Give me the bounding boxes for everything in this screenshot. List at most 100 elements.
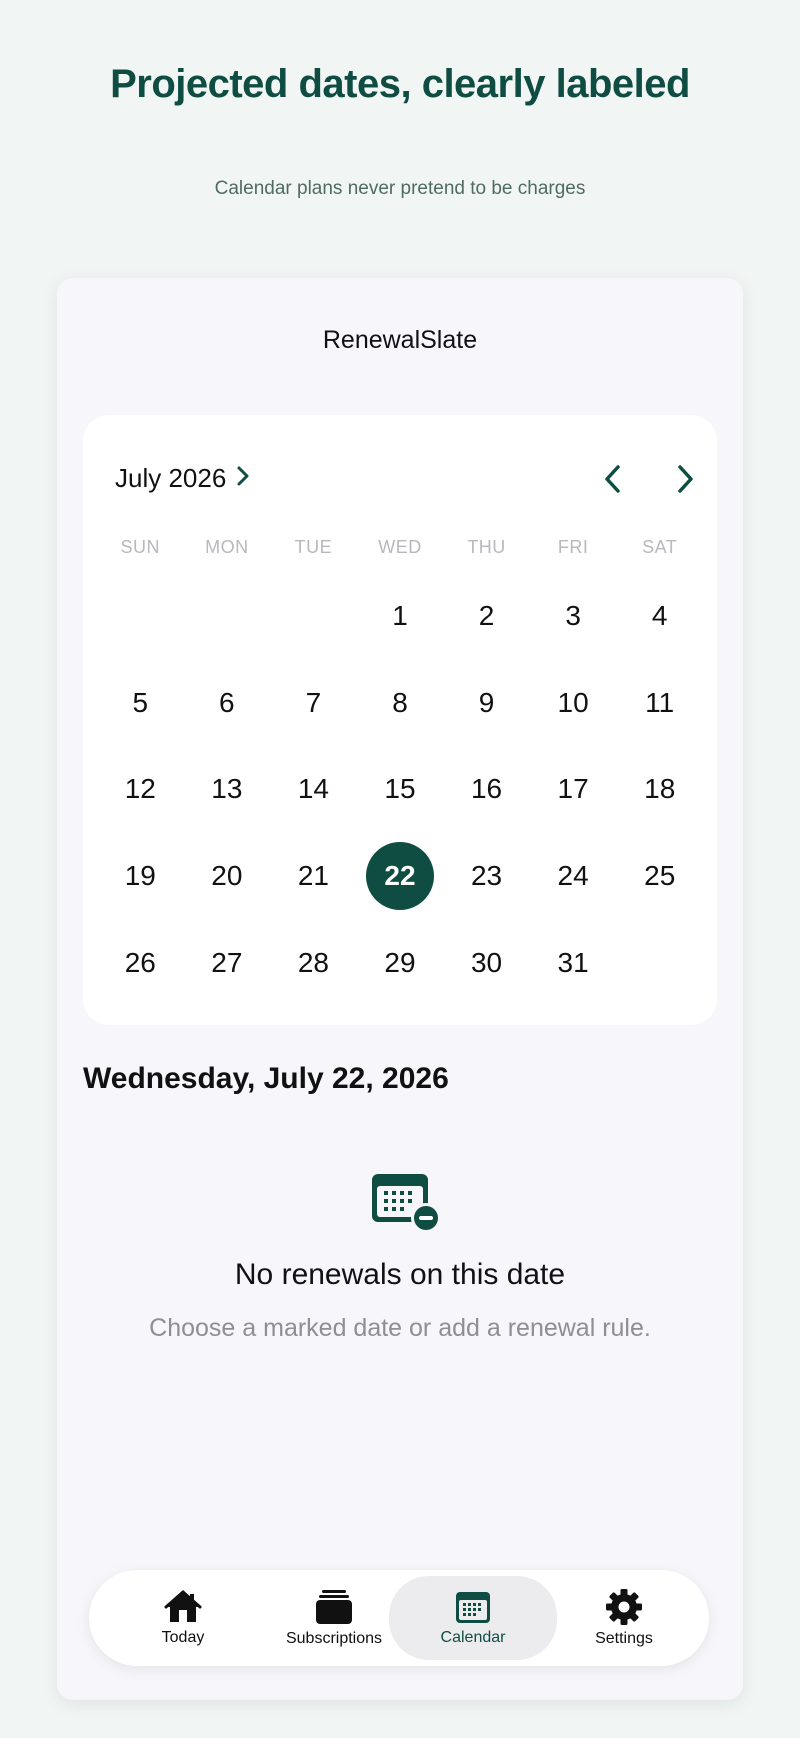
day-number: 30 [470,946,503,978]
day-cell[interactable]: 1 [357,573,444,660]
next-month-button[interactable] [665,459,705,499]
day-cell[interactable]: 4 [616,573,703,660]
selected-date-heading: Wednesday, July 22, 2026 [83,1062,449,1095]
day-number: 12 [124,773,156,805]
weekday-header: SUN MON TUE WED THU FRI SAT [97,537,703,558]
day-cell[interactable]: 13 [184,746,271,833]
day-number: 7 [305,686,322,718]
day-cell[interactable]: 12 [97,746,184,833]
day-number: 17 [557,773,589,805]
weekday-label: FRI [557,537,589,557]
day-number: 29 [384,946,416,978]
day-number: 22 [365,842,434,911]
tab-subscriptions-label: Subscriptions [285,1630,383,1647]
weekday-label: TUE [294,537,333,557]
chevron-left-icon [605,465,620,493]
previous-month-button[interactable] [593,459,633,499]
month-picker-button[interactable]: July 2026 [115,463,250,494]
app-screen: RenewalSlate July 2026 SUN MON TUE WED THU FR… [57,278,743,1700]
day-number: 20 [211,860,243,892]
empty-state-subtitle: Choose a marked date or add a renewal ru… [149,1314,651,1342]
day-number: 4 [651,600,668,632]
day-number: 2 [478,600,495,632]
day-cell[interactable]: 8 [357,660,444,747]
day-cell[interactable]: 7 [270,660,357,747]
day-number: 3 [565,600,581,632]
day-cell[interactable]: 10 [530,660,617,747]
calendar-card: July 2026 SUN MON TUE WED THU FRI SAT 12345678… [83,415,717,1025]
day-number: 16 [470,773,503,805]
day-number: 8 [392,686,408,718]
day-cell[interactable]: 28 [270,919,357,1006]
day-cell[interactable]: 14 [270,746,357,833]
day-cell[interactable]: 18 [616,746,703,833]
calendar-remove-icon [370,1170,442,1234]
day-cell[interactable]: 31 [530,919,617,1006]
day-blank [97,573,184,660]
house-icon [164,1590,202,1622]
month-label: July 2026 [115,463,227,493]
day-number: 19 [124,860,156,892]
day-number: 6 [219,686,235,718]
day-cell[interactable]: 26 [97,919,184,1006]
stack-icon [316,1590,352,1624]
day-blank [270,573,357,660]
day-cell[interactable]: 2 [443,573,530,660]
tab-settings-label: Settings [595,1630,653,1647]
empty-state-title: No renewals on this date [234,1258,566,1291]
day-cell[interactable]: 27 [184,919,271,1006]
day-number: 28 [297,946,329,978]
day-cell-selected[interactable]: 22 [357,833,444,920]
day-number: 26 [124,946,156,978]
page-headline: Projected dates, clearly labeled [110,62,690,106]
day-number: 27 [211,946,243,978]
day-number: 24 [557,860,589,892]
tab-today[interactable]: Today [123,1576,243,1660]
tab-calendar-label: Calendar [440,1629,506,1646]
day-number: 21 [297,860,329,892]
day-number: 13 [211,773,243,805]
tab-calendar[interactable]: Calendar [389,1576,557,1660]
day-cell[interactable]: 5 [97,660,184,747]
day-number: 23 [470,860,503,892]
day-cell[interactable]: 24 [530,833,617,920]
day-cell[interactable]: 30 [443,919,530,1006]
gear-icon [606,1589,642,1625]
weekday-label: SAT [642,537,678,557]
day-cell[interactable]: 21 [270,833,357,920]
day-number: 9 [478,686,495,718]
day-cell[interactable]: 6 [184,660,271,747]
day-cell[interactable]: 11 [616,660,703,747]
calendar-grid: 1 2 3 4 5 6 7 8 9 10 11 12 13 14 15 16 17 18 19 20 21 22 23 24 2… [97,573,703,1006]
day-cell[interactable]: 16 [443,746,530,833]
day-cell[interactable]: 19 [97,833,184,920]
day-number: 14 [297,773,329,805]
day-cell[interactable]: 17 [530,746,617,833]
day-number: 1 [392,600,408,632]
day-cell[interactable]: 3 [530,573,617,660]
day-number: 31 [557,946,589,978]
tab-settings[interactable]: Settings [559,1576,689,1660]
day-number: 11 [645,686,675,718]
weekday-label: THU [467,537,506,557]
day-cell[interactable]: 25 [616,833,703,920]
tab-subscriptions[interactable]: Subscriptions [259,1576,409,1660]
day-cell[interactable]: 15 [357,746,444,833]
day-number: 25 [644,860,676,892]
day-cell[interactable]: 29 [357,919,444,1006]
day-cell[interactable]: 9 [443,660,530,747]
page-subheadline: Calendar plans never pretend to be charg… [214,178,586,199]
day-number: 15 [384,773,416,805]
day-number: 10 [557,686,589,718]
weekday-label: SUN [120,537,161,557]
weekday-label: WED [378,537,422,557]
day-cell[interactable]: 20 [184,833,271,920]
chevron-right-icon [678,465,693,493]
app-title: RenewalSlate [322,326,478,354]
day-cell[interactable]: 23 [443,833,530,920]
day-number: 5 [132,686,149,718]
chevron-right-icon [236,463,250,494]
day-blank [184,573,271,660]
day-number: 18 [644,773,676,805]
weekday-label: MON [205,537,249,557]
